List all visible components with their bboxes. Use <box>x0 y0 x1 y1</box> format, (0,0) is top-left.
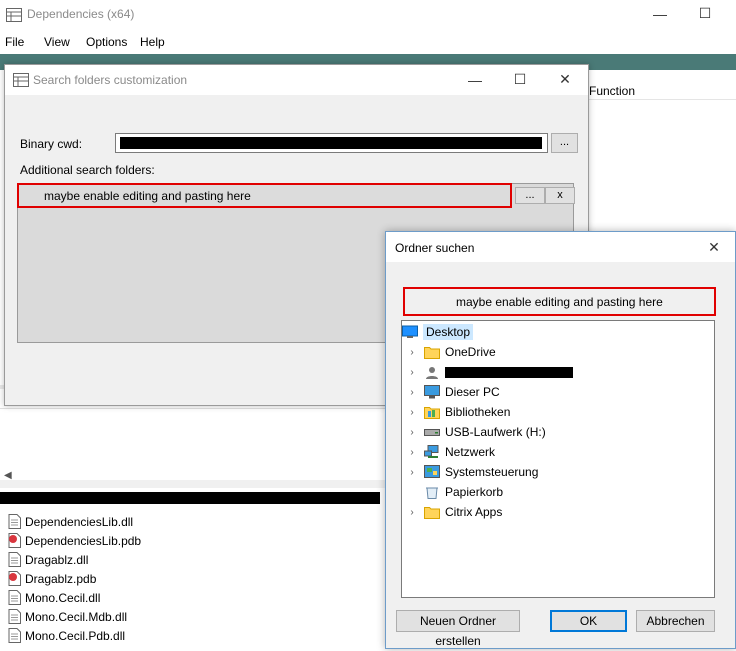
tree-item-papierkorb[interactable]: Papierkorb <box>402 482 714 502</box>
tree-item-label: Dieser PC <box>445 385 500 399</box>
tree-item-netzwerk[interactable]: › Netzwerk <box>402 442 714 462</box>
search-dialog-title: Search folders customization <box>33 73 188 87</box>
main-titlebar: Dependencies (x64) — ☐ <box>0 0 736 30</box>
search-dialog-close-button[interactable]: ✕ <box>550 69 580 89</box>
app-icon <box>13 73 29 87</box>
annotation-box: maybe enable editing and pasting here <box>403 287 716 316</box>
chevron-right-icon[interactable]: › <box>406 407 418 418</box>
file-list: DependenciesLib.dll DependenciesLib.pdb … <box>8 512 388 645</box>
additional-folders-label: Additional search folders: <box>20 163 155 177</box>
search-dialog-maximize-button[interactable]: ☐ <box>505 69 535 89</box>
file-name: Dragablz.dll <box>25 552 89 567</box>
file-row-dragablz-dll[interactable]: Dragablz.dll <box>8 550 388 569</box>
chevron-right-icon[interactable]: › <box>406 447 418 458</box>
add-folder-button[interactable]: ... <box>515 187 545 204</box>
network-icon <box>424 445 439 458</box>
tree-item-label: Bibliotheken <box>445 405 511 419</box>
cancel-button[interactable]: Abbrechen <box>636 610 715 632</box>
tree-item-label: Systemsteuerung <box>445 465 539 479</box>
tree-item-dieser-pc[interactable]: › Dieser PC <box>402 382 714 402</box>
tree-item-label: Netzwerk <box>445 445 496 459</box>
chevron-right-icon[interactable]: › <box>406 367 418 378</box>
search-dialog-titlebar: Search folders customization — ☐ ✕ <box>5 65 588 95</box>
function-column-label: Function <box>589 84 636 98</box>
redacted-path <box>120 137 542 149</box>
user-icon <box>426 367 438 379</box>
function-column-header[interactable]: Function <box>585 82 736 100</box>
file-row-mono-cecil-mdb-dll[interactable]: Mono.Cecil.Mdb.dll <box>8 607 388 626</box>
main-maximize-button[interactable]: ☐ <box>690 3 720 23</box>
dll-file-icon <box>8 552 21 567</box>
annotation-text: maybe enable editing and pasting here <box>456 295 663 309</box>
folder-icon <box>424 347 440 359</box>
browse-dialog-close-button[interactable]: ✕ <box>699 237 729 257</box>
tree-item-label: Citrix Apps <box>445 505 503 519</box>
annotation-box: maybe enable editing and pasting here <box>17 183 512 208</box>
dll-file-icon <box>8 590 21 605</box>
file-name: Mono.Cecil.dll <box>25 590 101 605</box>
tree-item-label: Papierkorb <box>445 485 504 499</box>
dll-file-icon <box>8 628 21 643</box>
ok-button[interactable]: OK <box>550 610 627 632</box>
menu-file[interactable]: File <box>5 35 24 49</box>
remove-folder-button[interactable]: x <box>545 187 575 204</box>
folder-tree[interactable]: Desktop › OneDrive › › Dieser PC › Bibli… <box>401 320 715 598</box>
menu-view[interactable]: View <box>44 35 70 49</box>
browse-dialog-title: Ordner suchen <box>395 241 475 255</box>
binary-cwd-label: Binary cwd: <box>20 137 83 151</box>
pdb-file-icon <box>8 571 21 586</box>
tree-item-citrix-apps[interactable]: › Citrix Apps <box>402 502 714 522</box>
pdb-file-icon <box>8 533 21 548</box>
control-panel-icon <box>424 465 440 478</box>
menu-options[interactable]: Options <box>86 35 127 49</box>
redacted-user-name <box>445 366 573 378</box>
drive-icon <box>424 429 440 436</box>
tree-item-label: USB-Laufwerk (H:) <box>445 425 546 439</box>
dll-file-icon <box>8 514 21 529</box>
search-dialog-minimize-button[interactable]: — <box>460 70 490 90</box>
annotation-text: maybe enable editing and pasting here <box>44 189 251 203</box>
tree-item-bibliotheken[interactable]: › Bibliotheken <box>402 402 714 422</box>
file-row-dragablz-pdb[interactable]: Dragablz.pdb <box>8 569 388 588</box>
file-row-mono-cecil-pdb-dll[interactable]: Mono.Cecil.Pdb.dll <box>8 626 388 645</box>
computer-icon <box>424 385 440 399</box>
chevron-right-icon[interactable]: › <box>406 467 418 478</box>
file-name: Dragablz.pdb <box>25 571 97 586</box>
main-window-title: Dependencies (x64) <box>27 7 135 21</box>
app-icon <box>6 8 22 22</box>
file-name: Mono.Cecil.Mdb.dll <box>25 609 128 624</box>
desktop-icon <box>402 325 418 338</box>
tree-item-desktop[interactable]: Desktop <box>402 322 714 342</box>
file-row-mono-cecil-dll[interactable]: Mono.Cecil.dll <box>8 588 388 607</box>
file-row-dependencieslib-dll[interactable]: DependenciesLib.dll <box>8 512 388 531</box>
redacted-path-bar <box>0 492 380 504</box>
file-name: DependenciesLib.pdb <box>25 533 142 548</box>
browse-cwd-button[interactable]: ... <box>551 133 578 153</box>
library-icon <box>424 407 440 419</box>
tree-item-systemsteuerung[interactable]: › Systemsteuerung <box>402 462 714 482</box>
new-folder-button[interactable]: Neuen Ordner erstellen <box>396 610 520 648</box>
chevron-right-icon[interactable]: › <box>406 427 418 438</box>
tree-item-label: Desktop <box>423 324 474 340</box>
tree-item-label: OneDrive <box>445 345 496 359</box>
tree-item-onedrive[interactable]: › OneDrive <box>402 342 714 362</box>
file-name: DependenciesLib.dll <box>25 514 134 529</box>
chevron-right-icon[interactable]: › <box>406 507 418 518</box>
chevron-right-icon[interactable]: › <box>406 347 418 358</box>
main-minimize-button[interactable]: — <box>645 4 675 24</box>
recycle-bin-icon <box>426 487 438 499</box>
tree-item-usb-drive[interactable]: › USB-Laufwerk (H:) <box>402 422 714 442</box>
folder-icon <box>424 507 440 519</box>
file-name: Mono.Cecil.Pdb.dll <box>25 628 126 643</box>
browse-folder-dialog: Ordner suchen ✕ maybe enable editing and… <box>385 231 736 649</box>
menubar: File View Options Help <box>0 30 736 54</box>
file-row-dependencieslib-pdb[interactable]: DependenciesLib.pdb <box>8 531 388 550</box>
tree-item-user[interactable]: › <box>402 362 714 382</box>
dll-file-icon <box>8 609 21 624</box>
browse-dialog-titlebar: Ordner suchen ✕ <box>386 232 735 262</box>
menu-help[interactable]: Help <box>140 35 165 49</box>
binary-cwd-input[interactable] <box>115 133 548 153</box>
chevron-right-icon[interactable]: › <box>406 387 418 398</box>
horizontal-scrollbar[interactable] <box>0 480 390 488</box>
